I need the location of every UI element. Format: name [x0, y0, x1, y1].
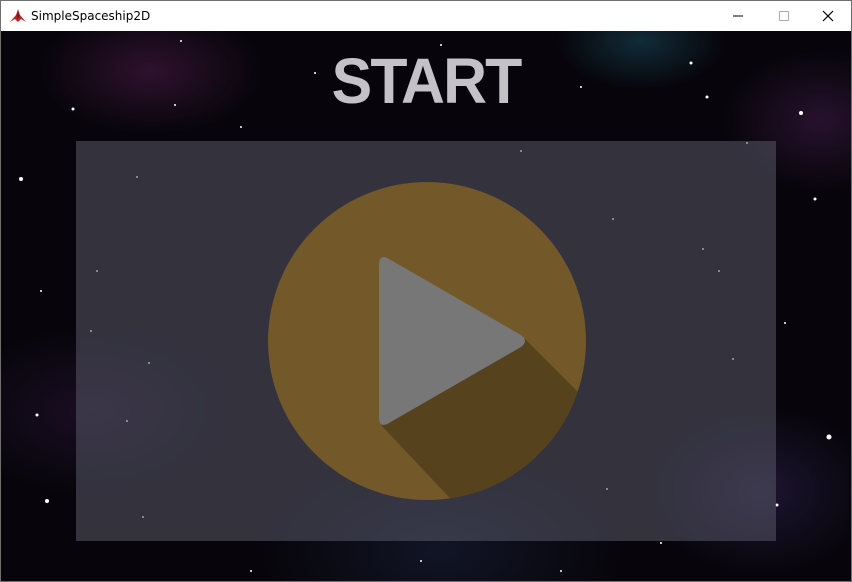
- app-window: SimpleSpaceship2D START: [0, 0, 852, 582]
- play-button[interactable]: [267, 181, 587, 501]
- spaceship-app-icon: [10, 9, 26, 22]
- game-canvas[interactable]: START: [1, 31, 851, 581]
- title-bar[interactable]: SimpleSpaceship2D: [1, 1, 851, 31]
- minimize-icon: [733, 15, 743, 17]
- maximize-button[interactable]: [761, 1, 807, 31]
- play-icon: [268, 182, 586, 500]
- minimize-button[interactable]: [715, 1, 761, 31]
- window-title: SimpleSpaceship2D: [31, 9, 151, 23]
- close-button[interactable]: [805, 1, 851, 31]
- maximize-icon: [779, 11, 789, 21]
- close-icon: [822, 10, 834, 22]
- start-heading: START: [331, 45, 523, 117]
